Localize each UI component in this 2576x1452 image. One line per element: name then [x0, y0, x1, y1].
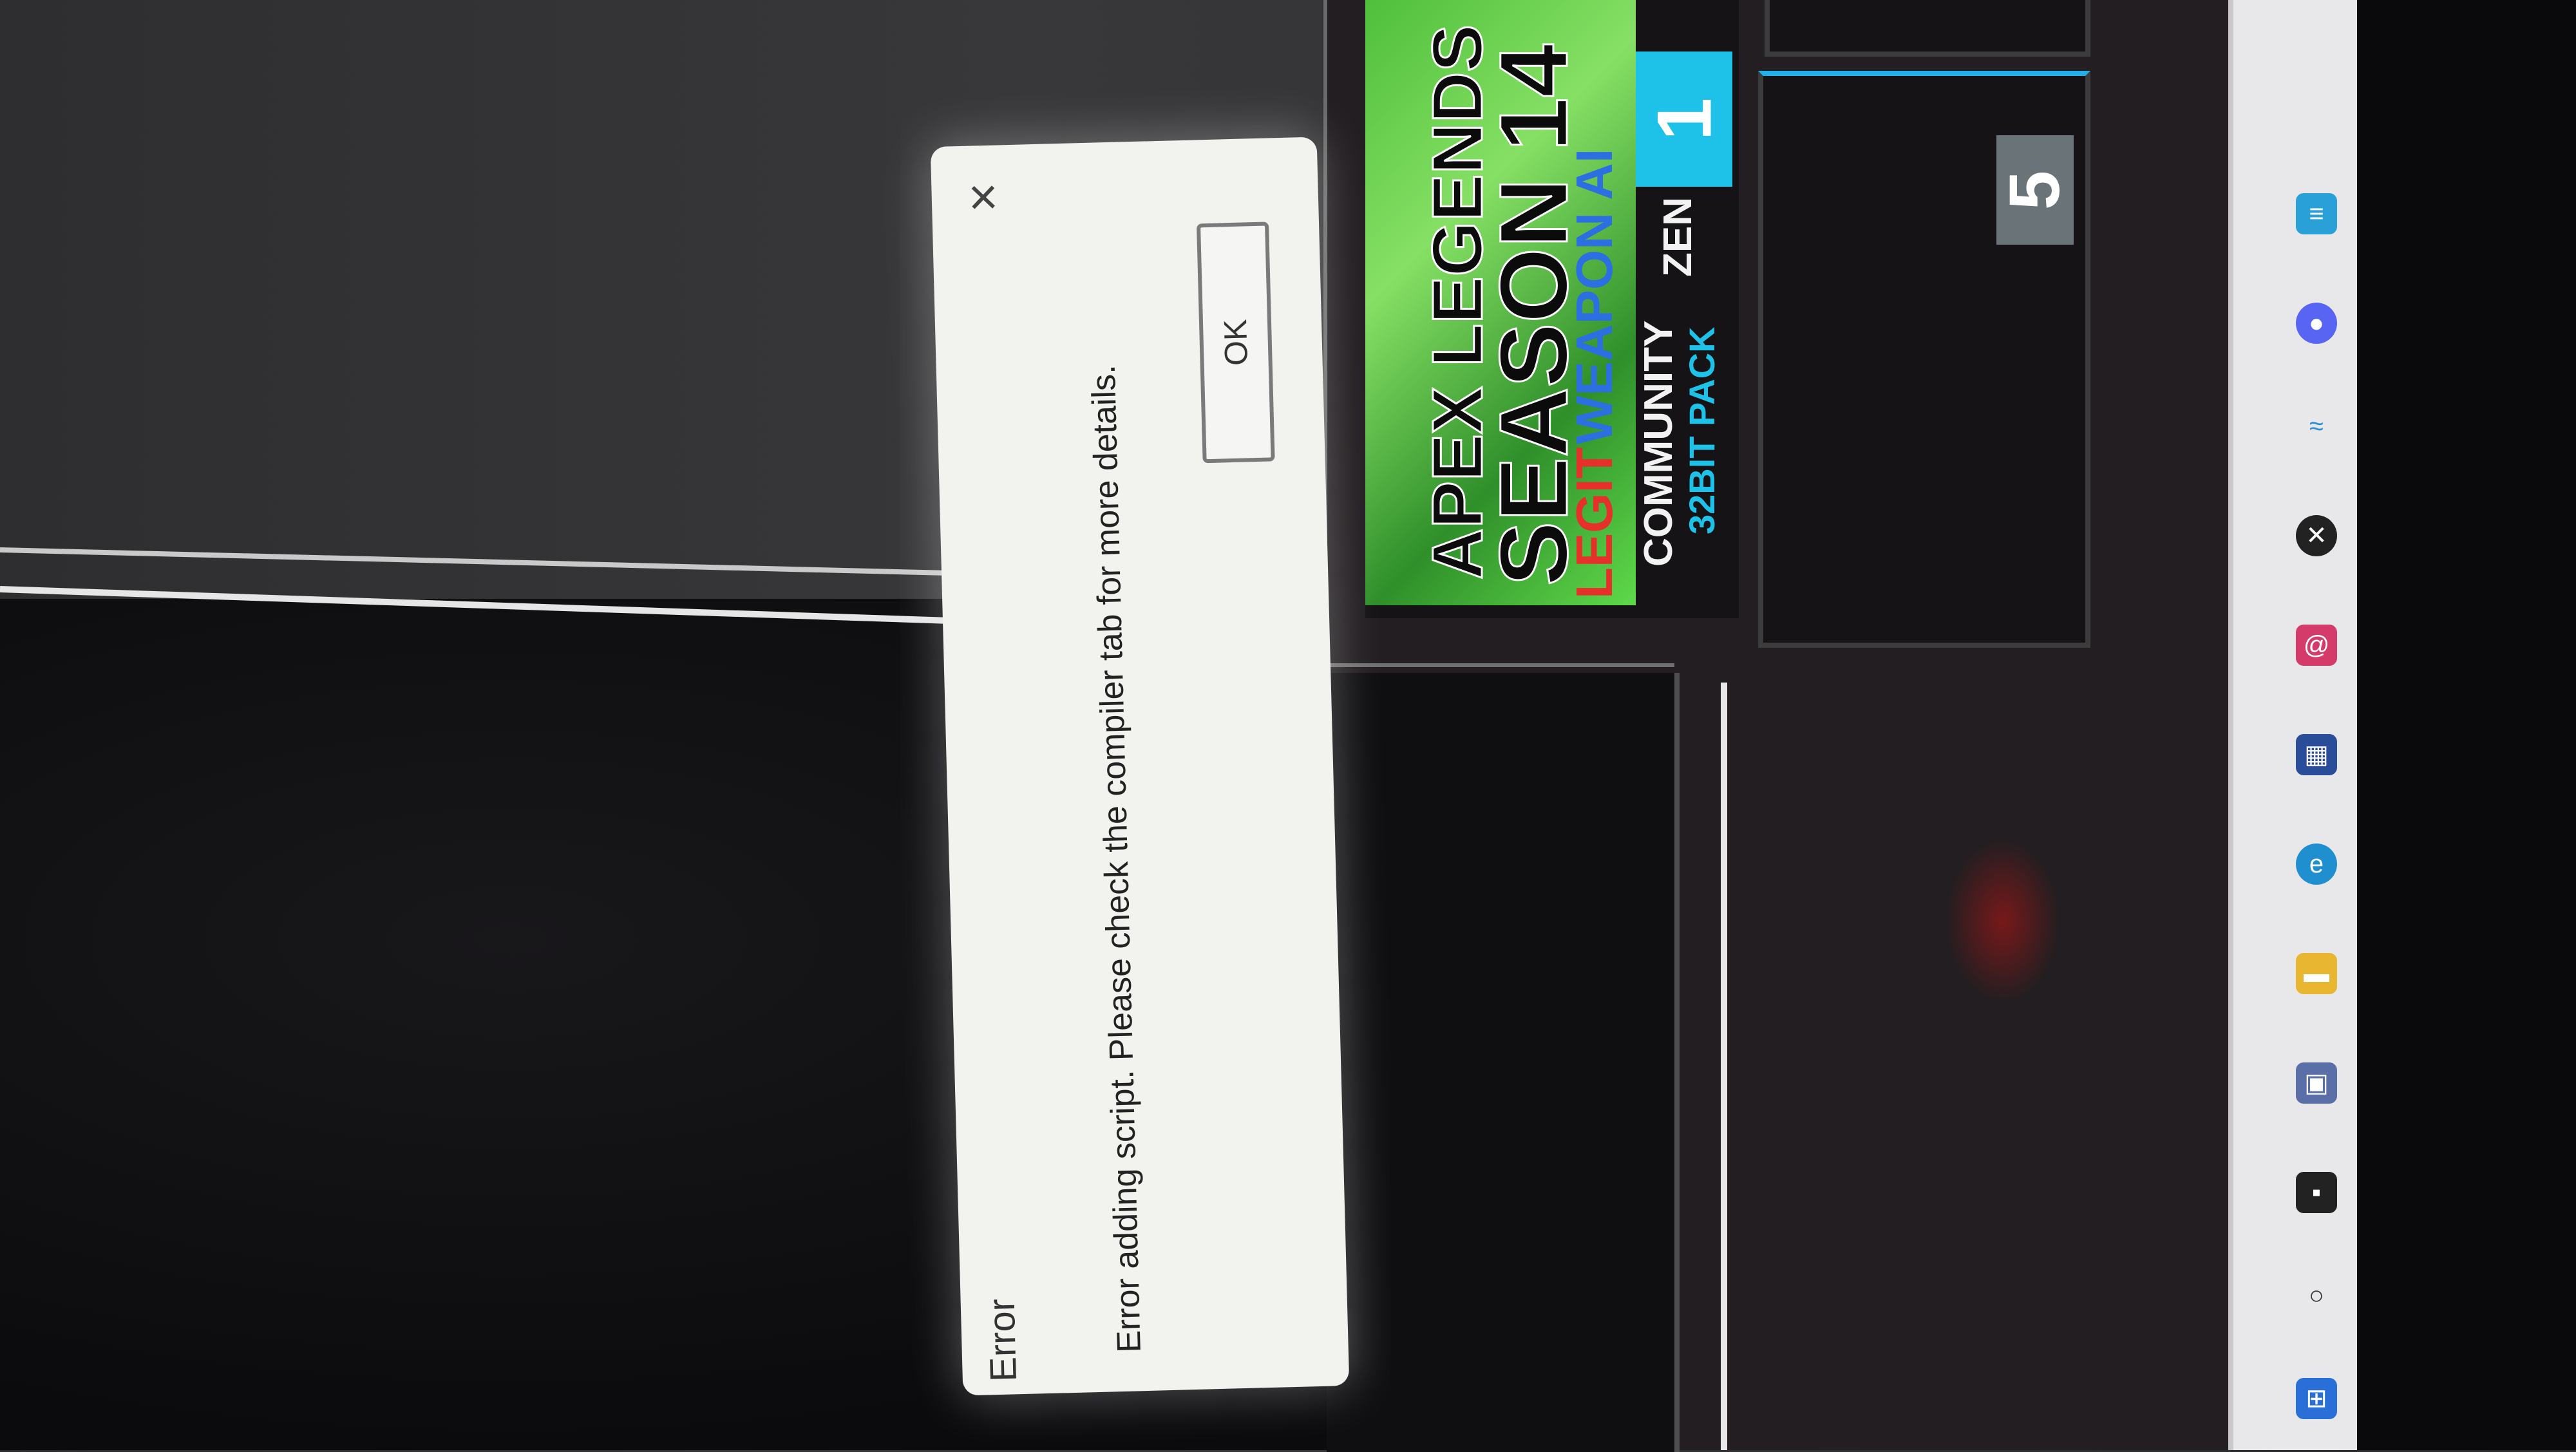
taskbar: [2228, 0, 2362, 1450]
search-icon[interactable]: ○: [2296, 1275, 2337, 1316]
windows-start-icon[interactable]: ⊞: [2296, 1378, 2337, 1419]
device-led-glow: [1945, 837, 2061, 1004]
app-icon[interactable]: ≈: [2296, 406, 2337, 447]
slot-1-footer-sub: 32BIT PACK: [1681, 326, 1722, 534]
dialog-title: Error: [980, 1298, 1025, 1382]
scrollbar-track[interactable]: [1721, 683, 1727, 1450]
screen-bezel: [2357, 0, 2576, 1450]
folder-icon[interactable]: ▬: [2296, 953, 2337, 994]
mail-icon[interactable]: @: [2296, 625, 2337, 666]
dialog-message: Error adding script. Please check the co…: [1084, 364, 1148, 1353]
error-dialog: × Error Error adding script. Please chec…: [930, 137, 1350, 1396]
panel-divider-horizontal: [1327, 663, 1674, 667]
file-explorer-icon[interactable]: ▣: [2296, 1062, 2337, 1104]
slot-1-number-badge: 1: [1636, 52, 1732, 187]
slot-card-top[interactable]: [1765, 0, 2090, 57]
divider-line: [0, 547, 953, 576]
close-icon[interactable]: ×: [957, 167, 1010, 225]
slot-1-footer-right: ZEN: [1656, 197, 1700, 277]
art-legit-text: LEGIT: [1566, 447, 1623, 599]
slot-5-number-badge: 5: [1996, 135, 2075, 245]
notepad-icon[interactable]: ≡: [2296, 193, 2337, 234]
edge-icon[interactable]: e: [2296, 844, 2337, 885]
discord-icon[interactable]: ●: [2296, 303, 2337, 344]
output-panel: [1327, 673, 1680, 1452]
task-view-icon[interactable]: ▪: [2296, 1172, 2337, 1213]
art-weapon-text: WEAPON AI: [1566, 148, 1623, 444]
store-icon[interactable]: ▦: [2296, 734, 2337, 775]
slot-1-footer-left: COMMUNITY: [1636, 320, 1681, 567]
ok-button[interactable]: OK: [1196, 222, 1275, 464]
xbox-icon[interactable]: ✕: [2296, 515, 2337, 556]
